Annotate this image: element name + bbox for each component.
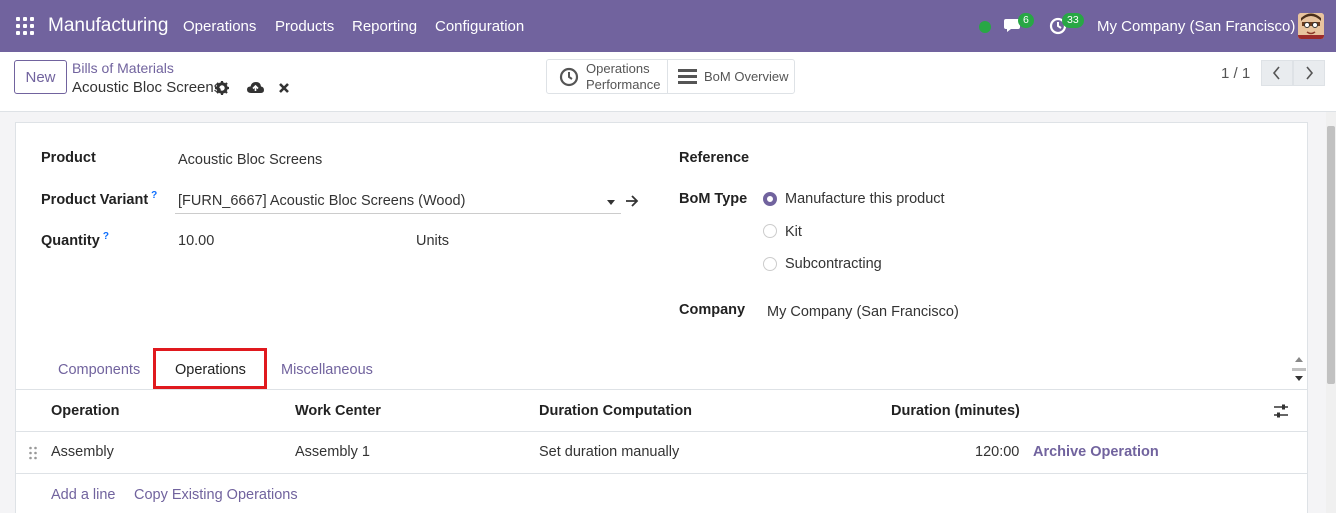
cell-work-center[interactable]: Assembly 1 (295, 444, 370, 460)
product-variant-field[interactable]: [FURN_6667] Acoustic Bloc Screens (Wood) (178, 193, 465, 209)
column-header-duration-computation[interactable]: Duration Computation (539, 403, 692, 419)
bom-type-subcontracting-label[interactable]: Subcontracting (785, 256, 882, 272)
menu-reporting[interactable]: Reporting (352, 18, 417, 35)
quantity-label: Quantity? (41, 231, 109, 249)
tab-miscellaneous[interactable]: Miscellaneous (281, 362, 373, 378)
column-header-operation[interactable]: Operation (51, 403, 119, 419)
menu-products[interactable]: Products (275, 18, 334, 35)
tab-highlight-annotation (153, 348, 267, 389)
discard-icon[interactable] (278, 81, 290, 95)
product-field[interactable]: Acoustic Bloc Screens (178, 152, 322, 168)
pager-next-button[interactable] (1293, 60, 1325, 86)
top-navbar: Manufacturing Operations Products Report… (0, 0, 1336, 52)
reference-label: Reference (679, 150, 750, 166)
internal-link-arrow-icon[interactable] (625, 194, 639, 208)
row-divider (16, 473, 1307, 474)
bom-type-manufacture-radio[interactable] (763, 192, 777, 206)
chevron-right-icon (1306, 66, 1314, 80)
column-header-work-center[interactable]: Work Center (295, 403, 381, 419)
operations-performance-line2: Performance (586, 77, 661, 92)
tab-components[interactable]: Components (58, 362, 140, 378)
clock-icon (559, 67, 579, 87)
company-switcher[interactable]: My Company (San Francisco) (1097, 18, 1295, 35)
activities-count-badge: 33 (1062, 13, 1084, 28)
app-name[interactable]: Manufacturing (48, 15, 168, 37)
drag-handle-icon[interactable] (28, 446, 38, 460)
chevron-left-icon (1272, 66, 1280, 80)
optional-columns-icon[interactable] (1273, 403, 1289, 419)
help-icon[interactable]: ? (103, 231, 109, 242)
messages-count-badge: 6 (1018, 13, 1034, 28)
user-avatar[interactable] (1298, 13, 1324, 39)
dropdown-caret-icon[interactable] (606, 199, 616, 206)
company-field[interactable]: My Company (San Francisco) (767, 304, 959, 320)
quantity-uom-field[interactable]: Units (416, 233, 449, 249)
operations-performance-line1: Operations (586, 61, 650, 76)
bom-overview-button[interactable]: BoM Overview (668, 60, 795, 93)
cloud-save-icon[interactable] (247, 81, 264, 95)
new-button[interactable]: New (14, 60, 67, 94)
list-icon (678, 69, 697, 84)
control-panel: New Bills of Materials Acoustic Bloc Scr… (0, 52, 1336, 112)
online-status-icon (979, 21, 991, 33)
cell-duration-computation[interactable]: Set duration manually (539, 444, 679, 460)
bom-type-kit-label[interactable]: Kit (785, 224, 802, 240)
quantity-label-text: Quantity (41, 232, 100, 249)
pager-previous-button[interactable] (1261, 60, 1293, 86)
bom-type-label: BoM Type (679, 191, 748, 207)
product-variant-underline (175, 213, 621, 214)
add-line-button[interactable]: Add a line (51, 487, 116, 503)
operations-performance-button[interactable]: Operations Performance (547, 60, 667, 93)
bom-type-subcontracting-radio[interactable] (763, 257, 777, 271)
bom-type-manufacture-label[interactable]: Manufacture this product (785, 191, 945, 207)
product-variant-label: Product Variant? (41, 190, 157, 208)
breadcrumb-parent[interactable]: Bills of Materials (72, 60, 174, 76)
menu-configuration[interactable]: Configuration (435, 18, 524, 35)
gear-icon[interactable] (215, 81, 229, 95)
quantity-field[interactable]: 10.00 (178, 233, 214, 249)
pager-value[interactable]: 1 / 1 (1221, 65, 1250, 82)
menu-operations[interactable]: Operations (183, 18, 256, 35)
copy-existing-operations-button[interactable]: Copy Existing Operations (134, 487, 298, 503)
bom-type-kit-radio[interactable] (763, 224, 777, 238)
header-divider (16, 431, 1307, 432)
apps-menu-icon[interactable] (16, 17, 34, 35)
page-scrollbar-thumb[interactable] (1327, 126, 1335, 384)
breadcrumb-current: Acoustic Bloc Screens (72, 79, 222, 96)
tab-divider (16, 389, 1307, 390)
inner-scrollbar[interactable] (1292, 352, 1306, 386)
archive-operation-button[interactable]: Archive Operation (1033, 444, 1159, 460)
company-label: Company (679, 302, 746, 318)
product-label: Product (41, 150, 96, 166)
cell-operation[interactable]: Assembly (51, 444, 114, 460)
cell-duration[interactable]: 120:00 (975, 444, 1019, 460)
product-variant-label-text: Product Variant (41, 191, 149, 208)
bom-overview-label: BoM Overview (704, 69, 789, 84)
help-icon[interactable]: ? (151, 190, 157, 201)
column-header-duration[interactable]: Duration (minutes) (891, 403, 1020, 419)
smart-buttons: Operations Performance BoM Overview (546, 59, 795, 94)
